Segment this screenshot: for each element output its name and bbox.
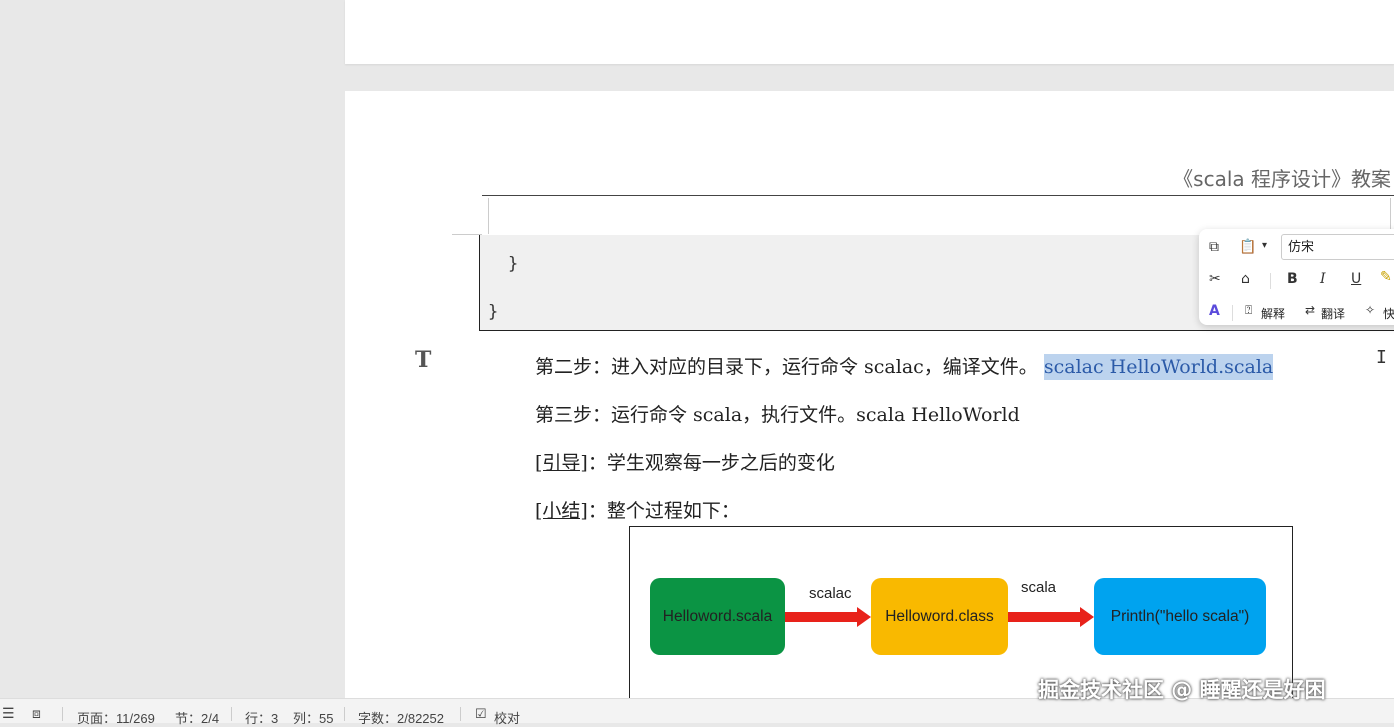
paste-icon[interactable]: 📋 <box>1239 239 1256 255</box>
diagram-node: Helloword.class <box>871 578 1008 655</box>
explain-icon: ⍰ <box>1245 303 1253 317</box>
divider <box>62 707 63 721</box>
divider <box>1270 273 1271 289</box>
bold-button[interactable]: B <box>1287 271 1298 287</box>
status-section: 节：2/4 <box>175 711 220 726</box>
translate-button[interactable]: 翻译 <box>1321 305 1345 322</box>
underline-button[interactable]: U <box>1351 271 1361 287</box>
divider <box>460 707 461 721</box>
diagram-arrow <box>785 612 857 622</box>
table-border <box>452 234 482 235</box>
code-line: } <box>488 302 499 322</box>
italic-button[interactable]: I <box>1320 271 1326 287</box>
copy-icon[interactable]: ⧉ <box>1209 239 1219 255</box>
divider <box>344 707 345 721</box>
diagram-edge-label: scala <box>1021 579 1057 596</box>
paragraph-guide[interactable]: [引导]：学生观察每一步之后的变化 <box>535 448 835 475</box>
status-row: 行：3 <box>245 711 279 726</box>
ai-assistant-icon[interactable]: A <box>1209 303 1220 319</box>
ibeam-cursor-icon: I <box>1376 347 1387 368</box>
quick-button[interactable]: 快 <box>1383 305 1394 322</box>
summary-text: ：整个过程如下： <box>587 500 740 522</box>
diagram-arrow <box>1008 612 1080 622</box>
page-view-icon[interactable]: ⧈ <box>32 705 41 722</box>
format-painter-icon[interactable]: ⌂ <box>1241 271 1250 287</box>
document-page[interactable]: 《scala 程序设计》教案 } } T 第二步：进入对应的目录下，运行命令 s… <box>345 91 1394 700</box>
step2-text: 第二步：进入对应的目录下，运行命令 scalac，编译文件。 <box>535 356 1044 378</box>
code-line: } <box>508 254 519 274</box>
text-cursor-marker-icon: T <box>415 347 432 373</box>
translate-icon: ⇄ <box>1305 303 1316 317</box>
diagram-arrow-head <box>1080 607 1094 627</box>
paragraph-summary[interactable]: [小结]：整个过程如下： <box>535 496 740 523</box>
font-name-input[interactable]: 仿宋 <box>1281 234 1394 260</box>
outline-view-icon[interactable]: ☰ <box>2 705 15 722</box>
left-pane <box>0 0 344 698</box>
explain-button[interactable]: 解释 <box>1261 305 1285 322</box>
page-header-title: 《scala 程序设计》教案 <box>1173 167 1391 191</box>
selected-text[interactable]: scalac HelloWorld.scala <box>1043 354 1274 380</box>
watermark: 掘金技术社区 @ 睡醒还是好困 <box>1038 678 1326 702</box>
previous-page-bottom <box>345 0 1394 64</box>
mini-toolbar[interactable]: ⧉ 📋 ▾ 仿宋 ✂ ⌂ B I U ✎ A ⍰ 解释 ⇄ 翻译 ✧ 快 <box>1199 229 1394 325</box>
highlight-icon[interactable]: ✎ <box>1380 269 1392 285</box>
magic-wand-icon: ✧ <box>1365 303 1376 317</box>
divider <box>231 707 232 721</box>
divider <box>1232 305 1233 321</box>
scissors-icon[interactable]: ✂ <box>1209 271 1221 287</box>
summary-tag: [小结] <box>535 500 588 522</box>
diagram-node: Helloword.scala <box>650 578 785 655</box>
proofread-icon: ☑ <box>475 706 487 721</box>
paragraph-step3[interactable]: 第三步：运行命令 scala，执行文件。scala HelloWorld <box>535 400 1020 427</box>
proofread-button[interactable]: 校对 <box>494 708 520 727</box>
paragraph-step2[interactable]: 第二步：进入对应的目录下，运行命令 scalac，编译文件。 scalac He… <box>535 352 1274 380</box>
status-word-count[interactable]: 字数：2/82252 <box>358 708 444 727</box>
chevron-down-icon[interactable]: ▾ <box>1262 240 1267 251</box>
diagram-edge-label: scalac <box>809 585 852 602</box>
guide-tag: [引导] <box>535 452 588 474</box>
status-column: 列：55 <box>293 711 334 726</box>
status-page[interactable]: 页面：11/269 <box>77 708 155 727</box>
guide-text: ：学生观察每一步之后的变化 <box>587 452 835 474</box>
table-border <box>488 198 489 234</box>
header-rule <box>482 195 1394 196</box>
diagram-arrow-head <box>857 607 871 627</box>
diagram-node: Println("hello scala") <box>1094 578 1266 655</box>
